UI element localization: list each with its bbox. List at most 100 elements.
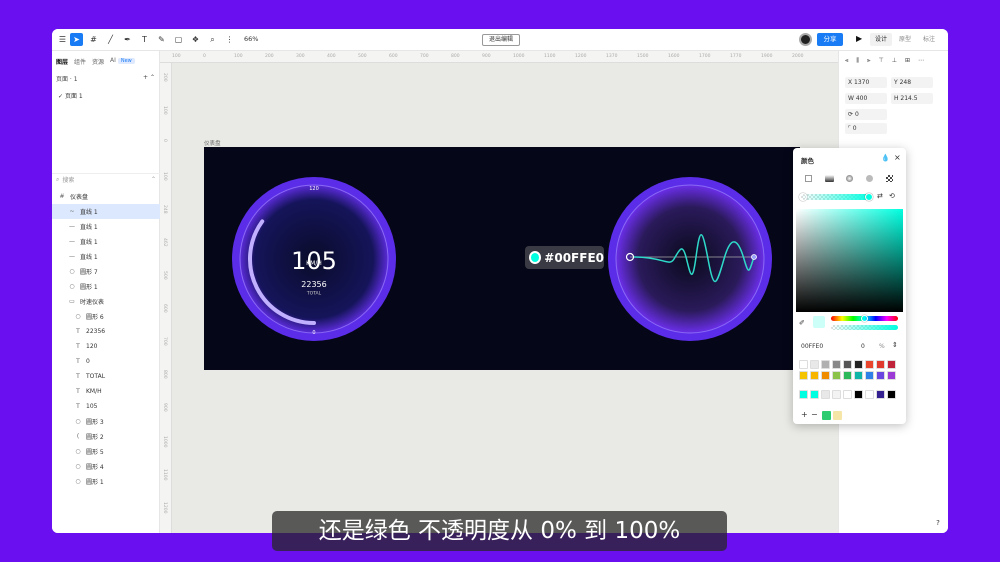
layer-row[interactable]: ○ 圆形 5 — [52, 444, 160, 459]
add-page-icon[interactable]: + ⌃ — [143, 74, 155, 83]
play-icon[interactable]: ▶ — [856, 34, 862, 43]
color-swatch[interactable] — [876, 360, 885, 369]
stepper-icon[interactable]: ⇕ — [892, 341, 898, 349]
layer-row[interactable]: ○ 圆形 4 — [52, 459, 160, 474]
color-swatch[interactable] — [865, 371, 874, 380]
align-tools[interactable]: ⫷ ⫼ ⫸ ⊤ ⊥ ⊞ ⋯ — [845, 57, 924, 65]
color-swatch[interactable] — [876, 390, 885, 399]
color-swatch[interactable] — [887, 371, 896, 380]
wave-end-handle[interactable] — [751, 254, 757, 260]
search-tool-icon[interactable]: ⌕ — [206, 33, 219, 46]
color-swatch[interactable] — [887, 360, 896, 369]
layer-row[interactable]: (圆形 2 — [52, 429, 160, 444]
color-swatch[interactable] — [832, 371, 841, 380]
gradient-stop-end[interactable] — [865, 193, 873, 201]
layer-row[interactable]: T TOTAL — [52, 369, 160, 384]
color-swatch[interactable] — [799, 360, 808, 369]
align-center-icon[interactable]: ⫼ — [856, 57, 859, 65]
select-tool-icon[interactable]: ➤ — [70, 33, 83, 46]
color-swatch[interactable] — [810, 371, 819, 380]
color-swatch[interactable] — [854, 371, 863, 380]
align-left-icon[interactable]: ⫷ — [845, 57, 848, 65]
hue-handle[interactable] — [861, 315, 868, 322]
opacity-slider[interactable] — [831, 325, 898, 330]
rotate-icon[interactable]: ⟲ — [889, 192, 895, 200]
exit-edit-button[interactable]: 退出编辑 — [482, 34, 521, 46]
layer-row[interactable]: ~ 直线 1 — [52, 204, 160, 219]
add-swatch-icon[interactable]: + — [801, 410, 808, 419]
tab-assets[interactable]: 资源 — [92, 57, 104, 66]
layer-row[interactable]: — 直线 1 — [52, 249, 160, 264]
color-swatch[interactable] — [854, 360, 863, 369]
layer-row[interactable]: T 120 — [52, 339, 160, 354]
share-button[interactable]: 分享 — [817, 33, 843, 46]
color-swatch[interactable] — [887, 390, 896, 399]
color-swatch[interactable] — [832, 360, 841, 369]
tab-ai[interactable]: AI New — [110, 57, 135, 66]
layer-row[interactable]: ▭ 时速仪表 — [52, 294, 160, 309]
layer-row[interactable]: — 直线 1 — [52, 234, 160, 249]
pen-tool-icon[interactable]: ✒ — [121, 33, 134, 46]
color-swatch[interactable] — [843, 390, 852, 399]
color-swatch[interactable] — [810, 390, 819, 399]
layer-row[interactable]: T0 — [52, 354, 160, 369]
color-swatch[interactable] — [832, 390, 841, 399]
layer-row[interactable]: T 105 — [52, 399, 160, 414]
layer-row[interactable]: ○ 圆形 3 — [52, 414, 160, 429]
color-swatch[interactable] — [854, 390, 863, 399]
y-field[interactable]: Y 248 — [891, 77, 933, 88]
radial-gradient-icon[interactable] — [846, 174, 854, 182]
text-tool-icon[interactable]: T — [138, 33, 151, 46]
color-swatch[interactable] — [810, 360, 819, 369]
eyedropper-icon[interactable]: ✐ — [799, 319, 805, 327]
align-middle-icon[interactable]: ⊥ — [892, 57, 897, 65]
droplet-icon[interactable]: 💧 — [881, 154, 890, 162]
frame-tool-icon[interactable]: # — [87, 33, 100, 46]
w-field[interactable]: W 400 — [845, 93, 887, 104]
pencil-tool-icon[interactable]: ✎ — [155, 33, 168, 46]
color-swatch[interactable] — [876, 371, 885, 380]
menu-icon[interactable]: ☰ — [56, 33, 69, 46]
recent-swatch[interactable] — [833, 411, 842, 420]
line-tool-icon[interactable]: ╱ — [104, 33, 117, 46]
avatar[interactable] — [799, 33, 812, 46]
layer-row[interactable]: T KM/H — [52, 384, 160, 399]
canvas[interactable]: 100 0 100 200 300 400 500 600 700 800 900 1000 1100 1… — [160, 51, 838, 533]
component-tool-icon[interactable]: ❖ — [189, 33, 202, 46]
gradient-stop-bar[interactable] — [801, 194, 871, 200]
layer-row[interactable]: — 直线 1 — [52, 219, 160, 234]
search-input[interactable]: 搜索 — [62, 175, 74, 184]
tab-components[interactable]: 组件 — [74, 57, 86, 66]
opacity-input[interactable]: 0 — [861, 343, 865, 350]
collapse-icon[interactable]: ⌃ — [151, 176, 156, 183]
layer-row[interactable]: # 仪表盘 — [52, 189, 160, 204]
rotation-field[interactable]: ⟳ 0 — [845, 109, 887, 120]
color-swatch[interactable] — [865, 360, 874, 369]
remove-swatch-icon[interactable]: − — [811, 410, 818, 419]
solid-fill-icon[interactable] — [805, 174, 813, 182]
align-right-icon[interactable]: ⫸ — [867, 57, 870, 65]
gradient-stop-start[interactable] — [799, 193, 807, 201]
tab-layers[interactable]: 图层 — [56, 57, 68, 66]
more-icon[interactable]: ⋮ — [223, 33, 236, 46]
color-swatch[interactable] — [865, 390, 874, 399]
tab-annotate[interactable]: 标注 — [918, 33, 940, 46]
help-icon[interactable]: ? — [932, 517, 944, 529]
tab-prototype[interactable]: 原型 — [894, 33, 916, 46]
tab-design[interactable]: 设计 — [870, 33, 893, 46]
zoom-level[interactable]: 66% — [244, 35, 258, 43]
dashboard-frame[interactable]: 105 KM/H 120 0 22356 TOTAL — [204, 147, 800, 370]
color-swatch[interactable] — [843, 360, 852, 369]
swap-icon[interactable]: ⇄ — [877, 192, 883, 200]
close-icon[interactable]: × — [894, 153, 901, 162]
color-swatch[interactable] — [843, 371, 852, 380]
align-top-icon[interactable]: ⊤ — [879, 57, 884, 65]
x-field[interactable]: X 1370 — [845, 77, 887, 88]
layer-row[interactable]: T 22356 — [52, 324, 160, 339]
angular-gradient-icon[interactable] — [866, 174, 874, 182]
page-item[interactable]: ✓ 页面 1 — [52, 85, 159, 106]
comment-tool-icon[interactable]: ▢ — [172, 33, 185, 46]
layer-row[interactable]: ○ 圆形 6 — [52, 309, 160, 324]
color-swatch[interactable] — [799, 390, 808, 399]
distribute-icon[interactable]: ⋯ — [918, 57, 924, 65]
